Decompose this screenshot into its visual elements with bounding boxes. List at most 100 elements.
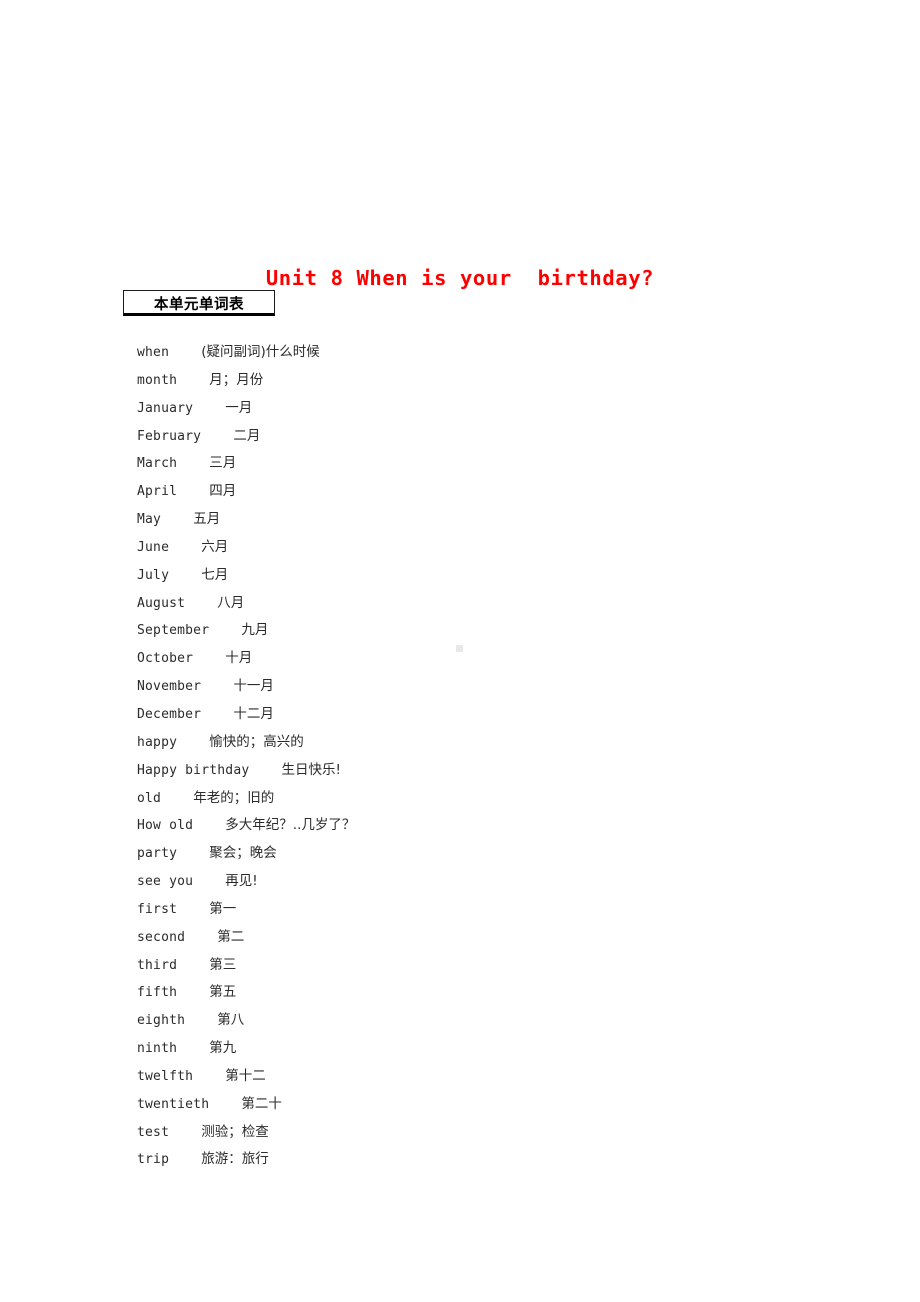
vocabulary-definition-chinese: 测验；检查: [201, 1123, 269, 1140]
vocabulary-term-english: February: [137, 428, 202, 444]
vocabulary-definition-chinese: 八月: [217, 594, 245, 611]
vocabulary-entry: trip 旅游：旅行: [137, 1145, 837, 1173]
vocabulary-term-english: month: [137, 372, 178, 388]
vocabulary-term-english: April: [137, 484, 178, 500]
vocabulary-term-english: August: [137, 595, 186, 611]
vocabulary-gap: [177, 985, 209, 1000]
vocabulary-definition-chinese: 四月: [209, 483, 237, 500]
vocabulary-entry: old 年老的；旧的: [137, 784, 837, 812]
vocabulary-gap: [177, 902, 209, 917]
vocabulary-entry: first 第一: [137, 895, 837, 923]
page-title: Unit 8 When is your birthday?: [265, 265, 655, 290]
vocabulary-gap: [185, 930, 217, 945]
vocabulary-gap: [201, 707, 233, 722]
vocabulary-definition-chinese: 愉快的；高兴的: [209, 733, 304, 750]
vocabulary-entry: May 五月: [137, 505, 837, 533]
vocabulary-term-english: third: [137, 957, 178, 973]
vocabulary-definition-chinese: 六月: [201, 538, 229, 555]
vocabulary-entry: January 一月: [137, 394, 837, 422]
vocabulary-definition-chinese: 第二: [217, 928, 245, 945]
vocabulary-gap: [169, 1125, 201, 1140]
vocabulary-definition-chinese: 第十二: [225, 1067, 266, 1084]
vocabulary-entry: eighth 第八: [137, 1006, 837, 1034]
vocabulary-entry: December 十二月: [137, 700, 837, 728]
vocabulary-entry: How old 多大年纪？..几岁了？: [137, 811, 837, 839]
vocabulary-definition-chinese: (疑问副词)什么时候: [201, 344, 320, 360]
vocabulary-gap: [177, 735, 209, 750]
vocabulary-term-english: happy: [137, 734, 178, 750]
vocabulary-gap: [193, 818, 225, 833]
vocabulary-definition-chinese: 十二月: [233, 705, 274, 722]
vocabulary-term-english: trip: [137, 1152, 170, 1168]
vocabulary-definition-chinese: 五月: [193, 511, 221, 528]
vocabulary-gap: [193, 401, 225, 416]
vocabulary-entry: August 八月: [137, 589, 837, 617]
vocabulary-definition-chinese: 年老的；旧的: [193, 789, 275, 806]
vocabulary-entry: third 第三: [137, 951, 837, 979]
vocabulary-term-english: July: [137, 567, 170, 583]
vocabulary-term-english: October: [137, 651, 194, 667]
vocabulary-term-english: ninth: [137, 1041, 178, 1057]
vocabulary-entry: April 四月: [137, 477, 837, 505]
section-header-label: 本单元单词表: [154, 296, 244, 313]
vocabulary-definition-chinese: 月；月份: [209, 371, 264, 388]
vocabulary-definition-chinese: 再见!: [225, 873, 258, 890]
vocabulary-gap: [169, 1152, 201, 1167]
vocabulary-term-english: party: [137, 846, 178, 862]
vocabulary-definition-chinese: 聚会；晚会: [209, 845, 277, 862]
vocabulary-definition-chinese: 三月: [209, 455, 237, 472]
vocabulary-definition-chinese: 一月: [225, 399, 253, 416]
vocabulary-gap: [185, 1013, 217, 1028]
vocabulary-gap: [193, 651, 225, 666]
vocabulary-gap: [169, 540, 201, 555]
vocabulary-gap: [177, 958, 209, 973]
vocabulary-term-english: first: [137, 901, 178, 917]
vocabulary-entry: March 三月: [137, 449, 837, 477]
vocabulary-definition-chinese: 二月: [233, 427, 261, 444]
vocabulary-term-english: September: [137, 623, 210, 639]
vocabulary-entry: party 聚会；晚会: [137, 839, 837, 867]
vocabulary-gap: [193, 874, 225, 889]
vocabulary-term-english: see you: [137, 874, 194, 890]
vocabulary-gap: [169, 568, 201, 583]
watermark-artifact: [456, 645, 463, 652]
vocabulary-term-english: eighth: [137, 1013, 186, 1029]
vocabulary-term-english: June: [137, 539, 170, 555]
vocabulary-definition-chinese: 生日快乐!: [281, 761, 341, 778]
vocabulary-entry: October 十月: [137, 644, 837, 672]
vocabulary-entry: see you 再见!: [137, 867, 837, 895]
vocabulary-entry: test 测验；检查: [137, 1118, 837, 1146]
vocabulary-gap: [209, 623, 241, 638]
vocabulary-entry: second 第二: [137, 923, 837, 951]
vocabulary-entry: happy 愉快的；高兴的: [137, 728, 837, 756]
vocabulary-definition-chinese: 七月: [201, 566, 229, 583]
vocabulary-entry: September 九月: [137, 616, 837, 644]
vocabulary-entry: when (疑问副词)什么时候: [137, 338, 837, 366]
vocabulary-entry: twentieth 第二十: [137, 1090, 837, 1118]
section-header-box: 本单元单词表: [123, 290, 275, 316]
vocabulary-definition-chinese: 九月: [241, 622, 269, 639]
vocabulary-term-english: Happy birthday: [137, 762, 250, 778]
vocabulary-gap: [177, 484, 209, 499]
vocabulary-entry: November 十一月: [137, 672, 837, 700]
vocabulary-term-english: when: [137, 345, 170, 360]
vocabulary-gap: [209, 1097, 241, 1112]
vocabulary-entry: ninth 第九: [137, 1034, 837, 1062]
vocabulary-entry: month 月；月份: [137, 366, 837, 394]
vocabulary-definition-chinese: 第二十: [241, 1095, 282, 1112]
vocabulary-gap: [177, 1041, 209, 1056]
vocabulary-term-english: November: [137, 679, 202, 695]
vocabulary-gap: [201, 429, 233, 444]
vocabulary-definition-chinese: 多大年纪？..几岁了？: [225, 817, 356, 834]
vocabulary-gap: [161, 791, 193, 806]
vocabulary-gap: [161, 512, 193, 527]
vocabulary-term-english: fifth: [137, 985, 178, 1001]
vocabulary-definition-chinese: 十一月: [233, 678, 274, 695]
vocabulary-gap: [177, 846, 209, 861]
vocabulary-entry: February 二月: [137, 422, 837, 450]
vocabulary-definition-chinese: 第三: [209, 956, 237, 973]
vocabulary-term-english: May: [137, 512, 162, 528]
vocabulary-definition-chinese: 第八: [217, 1012, 245, 1029]
vocabulary-term-english: March: [137, 456, 178, 472]
vocabulary-term-english: test: [137, 1124, 170, 1140]
